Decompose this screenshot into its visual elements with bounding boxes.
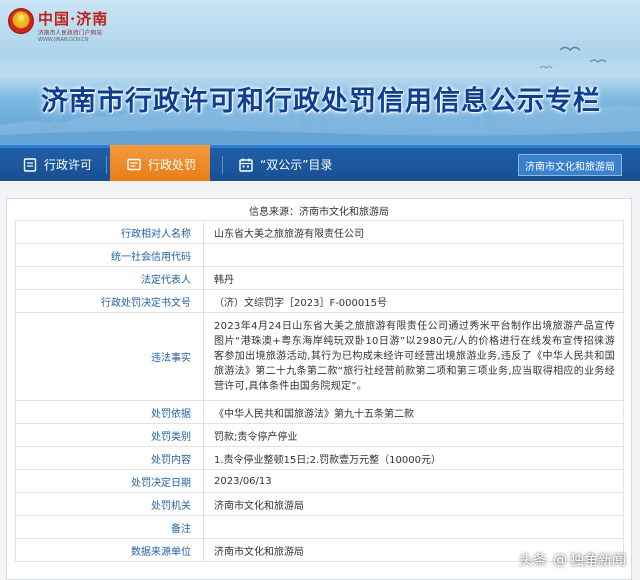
document-icon bbox=[23, 157, 37, 172]
table-row: 统一社会信用代码 bbox=[15, 243, 624, 267]
logo-text: 中国·济南 bbox=[38, 10, 109, 28]
table-row: 处罚机关 济南市文化和旅游局 bbox=[15, 492, 624, 516]
star-icon: ★ bbox=[16, 10, 27, 24]
table-row: 处罚决定日期 2023/06/13 bbox=[15, 469, 624, 493]
row-label: 处罚类别 bbox=[15, 423, 204, 447]
row-value bbox=[203, 515, 624, 539]
row-label: 处罚机关 bbox=[15, 492, 204, 516]
row-label: 违法事实 bbox=[15, 312, 204, 401]
nav-tab-label: 行政处罚 bbox=[148, 158, 197, 172]
penalty-record-table: 行政相对人名称 山东省大美之旅旅游有限责任公司 统一社会信用代码 法定代表人 韩… bbox=[15, 220, 624, 562]
nav-tab-directory[interactable]: “双公示”目录 bbox=[234, 148, 364, 181]
row-label: 行政处罚决定书文号 bbox=[15, 289, 204, 313]
row-value: 罚款;责令停产停业 bbox=[203, 423, 624, 447]
row-label: 处罚依据 bbox=[15, 400, 204, 424]
table-row: 备注 bbox=[15, 515, 624, 539]
calendar-icon bbox=[239, 158, 253, 172]
row-value: 山东省大美之旅旅游有限责任公司 bbox=[203, 220, 624, 244]
banner-title: 济南市行政许可和行政处罚信用信息公示专栏 bbox=[41, 86, 601, 117]
nav-tab-label: “双公示”目录 bbox=[260, 158, 333, 172]
department-button[interactable]: 济南市文化和旅游局 bbox=[518, 154, 622, 176]
table-row: 法定代表人 韩丹 bbox=[15, 266, 624, 290]
table-row: 处罚类别 罚款;责令停产停业 bbox=[15, 423, 624, 447]
row-label: 处罚内容 bbox=[15, 446, 204, 470]
nav-tab-permits[interactable]: 行政许可 bbox=[8, 148, 104, 181]
main-nav: 行政许可 行政处罚 “双公示”目录 济南市文化和旅游局 bbox=[0, 145, 640, 184]
at-icon: @ bbox=[553, 552, 567, 568]
row-value: 韩丹 bbox=[203, 266, 624, 290]
nav-divider bbox=[222, 156, 223, 174]
watermark-platform: 头条 bbox=[519, 553, 547, 569]
row-label: 处罚决定日期 bbox=[15, 469, 204, 493]
row-value: 《中华人民共和国旅游法》第九十五条第二款 bbox=[203, 400, 624, 424]
info-source: 信息来源：济南市文化和旅游局 bbox=[249, 207, 389, 218]
row-value: 济南市文化和旅游局 bbox=[203, 492, 624, 516]
row-value: 1.责令停业整顿15日;2.罚款壹万元整（10000元） bbox=[203, 446, 624, 470]
nav-tab-label: 行政许可 bbox=[44, 158, 93, 172]
main-content: 信息来源：济南市文化和旅游局 行政相对人名称 山东省大美之旅旅游有限责任公司 统… bbox=[0, 181, 640, 580]
row-label: 行政相对人名称 bbox=[15, 220, 204, 244]
site-banner: ★ 中国·济南 济南市人民政府门户网站 WWW.JINAN.GOV.CN 济南市… bbox=[0, 0, 640, 145]
row-value: 2023年4月24日山东省大美之旅旅游有限责任公司通过秀米平台制作出境旅游产品宣… bbox=[203, 312, 624, 401]
row-label: 备注 bbox=[15, 515, 204, 539]
record-panel: 信息来源：济南市文化和旅游局 行政相对人名称 山东省大美之旅旅游有限责任公司 统… bbox=[6, 198, 632, 580]
toutiao-watermark: 头条 @ 独角新闻 bbox=[519, 550, 626, 570]
row-label: 法定代表人 bbox=[15, 266, 204, 290]
logo-url: WWW.JINAN.GOV.CN bbox=[38, 37, 89, 43]
logo-subtitle: 济南市人民政府门户网站 bbox=[38, 29, 103, 37]
site-logo[interactable]: ★ 中国·济南 济南市人民政府门户网站 WWW.JINAN.GOV.CN bbox=[8, 6, 118, 46]
row-value: 2023/06/13 bbox=[203, 469, 624, 493]
row-value: （济）文综罚字［2023］F-000015号 bbox=[203, 289, 624, 313]
gavel-icon bbox=[127, 158, 141, 170]
row-value bbox=[203, 243, 624, 267]
table-row: 行政相对人名称 山东省大美之旅旅游有限责任公司 bbox=[15, 220, 624, 244]
row-label: 统一社会信用代码 bbox=[15, 243, 204, 267]
row-label: 数据来源单位 bbox=[15, 538, 204, 562]
table-row: 行政处罚决定书文号 （济）文综罚字［2023］F-000015号 bbox=[15, 289, 624, 313]
table-row: 违法事实 2023年4月24日山东省大美之旅旅游有限责任公司通过秀米平台制作出境… bbox=[15, 312, 624, 401]
nav-divider bbox=[106, 156, 107, 174]
table-row: 处罚内容 1.责令停业整顿15日;2.罚款壹万元整（10000元） bbox=[15, 446, 624, 470]
nav-tab-penalties[interactable]: 行政处罚 bbox=[110, 145, 210, 184]
table-row: 处罚依据 《中华人民共和国旅游法》第九十五条第二款 bbox=[15, 400, 624, 424]
watermark-account: 独角新闻 bbox=[570, 553, 626, 569]
